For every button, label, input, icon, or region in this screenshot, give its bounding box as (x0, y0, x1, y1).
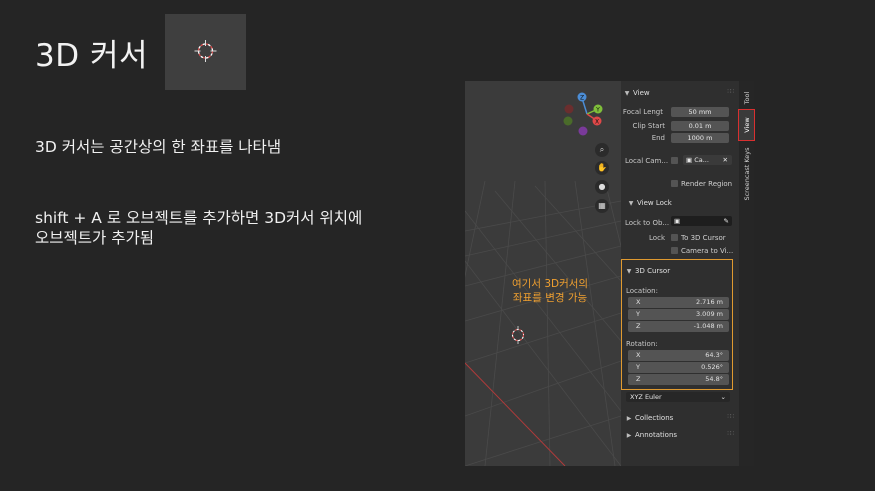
viewport-3d-cursor-icon (511, 326, 525, 344)
location-y-field[interactable]: Y 3.009 m (628, 309, 729, 320)
location-z-field[interactable]: Z -1.048 m (628, 321, 729, 332)
slide-title: 3D 커서 (35, 38, 148, 74)
chevron-down-icon: ▼ (628, 199, 634, 207)
view-lock-header[interactable]: ▼ View Lock (625, 196, 743, 210)
annotations-label: Annotations (635, 431, 678, 439)
clip-end-label: End (651, 134, 665, 142)
local-camera-label: Local Cam... (625, 157, 669, 165)
chevron-down-icon: ▼ (626, 267, 632, 275)
to-3d-cursor-label: To 3D Cursor (681, 234, 726, 242)
location-z-value: -1.048 m (693, 322, 723, 330)
eyedropper-icon[interactable]: ✎ (724, 216, 729, 226)
camera-to-view-checkbox[interactable] (671, 247, 678, 254)
lock-to-object-field[interactable]: ▣ ✎ (671, 216, 732, 226)
view-section-header[interactable]: ▼ View ∷∷ (621, 86, 739, 100)
gizmo-y-label: Y (595, 107, 600, 114)
chevron-right-icon: ▶ (626, 431, 632, 439)
focal-length-field[interactable]: 50 mm (671, 107, 729, 117)
lock-label: Lock (649, 234, 665, 242)
render-region-label: Render Region (681, 180, 733, 188)
cursor-thumbnail (165, 14, 246, 90)
axis-label: X (636, 351, 641, 359)
camera-icon[interactable]: ● (595, 180, 609, 194)
local-camera-value: Ca... (694, 156, 709, 164)
render-region-checkbox[interactable] (671, 180, 678, 187)
collections-section-header[interactable]: ▶ Collections ∷∷ (623, 411, 741, 425)
location-y-value: 3.009 m (695, 310, 723, 318)
annotation-text: 여기서 3D커서의 좌표를 변경 가능 (512, 277, 588, 305)
zoom-icon[interactable]: ⌕ (595, 143, 609, 157)
tab-screencast-label: Screencast Keys (742, 147, 751, 201)
hand-icon[interactable]: ✋ (595, 161, 609, 175)
gizmo-z-label: Z (580, 95, 584, 102)
clip-start-field[interactable]: 0.01 m (671, 121, 729, 131)
tab-view-label: View (742, 117, 751, 133)
rotation-z-field[interactable]: Z 54.8° (628, 374, 729, 385)
camera-to-view-label: Camera to Vi... (681, 247, 734, 255)
description-line-3: 오브젝트가 추가됨 (35, 229, 155, 247)
3d-cursor-icon (194, 40, 217, 62)
3d-cursor-section-header[interactable]: ▼ 3D Cursor (623, 264, 741, 278)
rotation-mode-value: XYZ Euler (630, 393, 662, 401)
drag-handle-icon[interactable]: ∷∷ (727, 88, 734, 95)
tab-tool[interactable]: Tool (739, 87, 754, 109)
to-3d-cursor-checkbox[interactable] (671, 234, 678, 241)
local-camera-field[interactable]: ▣ Ca... ✕ (683, 155, 732, 165)
3d-cursor-header-label: 3D Cursor (635, 267, 671, 275)
axis-label: Y (636, 363, 640, 371)
local-camera-checkbox[interactable] (671, 157, 678, 164)
view-lock-label: View Lock (637, 199, 672, 207)
description-line-2: shift + A 로 오브젝트를 추가하면 3D커서 위치에 (35, 209, 363, 227)
object-small-icon: ▣ (674, 217, 681, 225)
drag-handle-icon[interactable]: ∷∷ (727, 430, 734, 437)
rotation-mode-dropdown[interactable]: XYZ Euler ⌄ (626, 392, 730, 402)
chevron-down-icon: ▼ (624, 89, 630, 97)
sidebar-panel: ▼ View ∷∷ Focal Lengt 50 mm Clip Start 0… (621, 81, 739, 466)
camera-small-icon: ▣ (686, 156, 695, 164)
tab-view[interactable]: View (738, 109, 755, 141)
description-line-1: 3D 커서는 공간상의 한 좌표를 나타냄 (35, 138, 282, 156)
drag-handle-icon[interactable]: ∷∷ (727, 413, 734, 420)
close-icon[interactable]: ✕ (723, 155, 728, 165)
rotation-x-value: 64.3° (705, 351, 723, 359)
axis-label: X (636, 298, 641, 306)
location-label: Location: (626, 287, 658, 295)
clip-start-label: Clip Start (632, 122, 665, 130)
annotation-line-2: 좌표를 변경 가능 (512, 292, 588, 304)
chevron-down-icon: ⌄ (720, 393, 726, 401)
axis-label: Y (636, 310, 640, 318)
navigation-gizmo[interactable]: Z Y X (563, 92, 603, 136)
gizmo-x-label: X (595, 119, 599, 126)
sidebar-tabs: Tool View Screencast Keys (738, 81, 755, 466)
axis-label: Z (636, 375, 641, 383)
location-x-value: 2.716 m (695, 298, 723, 306)
viewport-grid: Z Y X (465, 92, 621, 466)
rotation-y-field[interactable]: Y 0.526° (628, 362, 729, 373)
grid-icon[interactable]: ▦ (595, 199, 609, 213)
rotation-z-value: 54.8° (705, 375, 723, 383)
tab-screencast-keys[interactable]: Screencast Keys (739, 143, 754, 205)
chevron-right-icon: ▶ (626, 414, 632, 422)
collections-label: Collections (635, 414, 674, 422)
3d-viewport[interactable]: Z Y X ⌕ ✋ ● ▦ 여기서 3D커서의 좌표를 변경 가능 (465, 81, 621, 466)
lock-to-object-label: Lock to Ob... (625, 219, 670, 227)
axis-label: Z (636, 322, 641, 330)
annotations-section-header[interactable]: ▶ Annotations ∷∷ (623, 428, 741, 442)
tab-tool-label: Tool (742, 91, 751, 105)
rotation-x-field[interactable]: X 64.3° (628, 350, 729, 361)
view-header-label: View (633, 89, 650, 97)
rotation-y-value: 0.526° (701, 363, 723, 371)
rotation-label: Rotation: (626, 340, 658, 348)
annotation-line-1: 여기서 3D커서의 (512, 278, 589, 290)
clip-end-field[interactable]: 1000 m (671, 133, 729, 143)
location-x-field[interactable]: X 2.716 m (628, 297, 729, 308)
focal-length-label: Focal Lengt (622, 108, 663, 116)
